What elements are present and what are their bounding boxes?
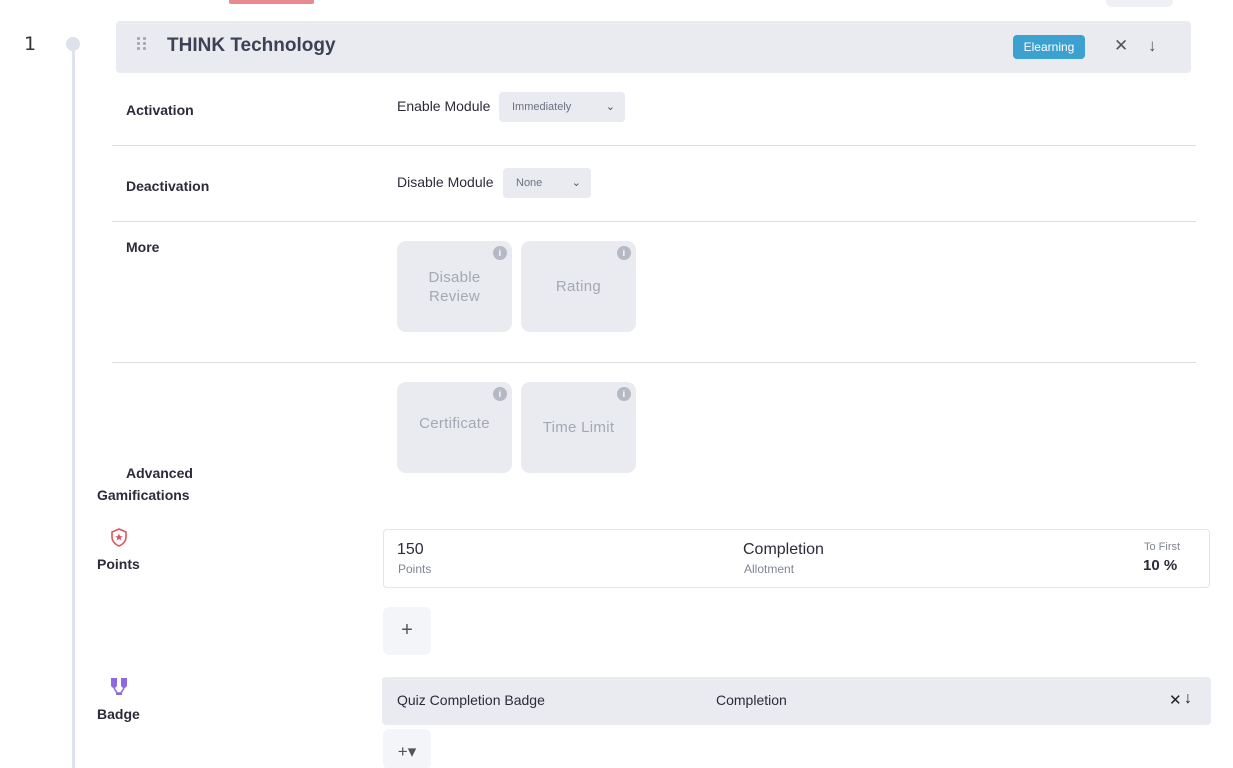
badge-trigger: Completion xyxy=(716,692,787,708)
points-target-value: 10 % xyxy=(1143,557,1178,574)
points-trigger: Completion xyxy=(743,541,824,558)
disable-review-tile[interactable]: i Disable Review xyxy=(397,241,512,332)
badge-label: Badge xyxy=(97,706,140,722)
info-icon[interactable]: i xyxy=(617,246,631,260)
enable-module-select-value: Immediately xyxy=(512,101,572,113)
rating-tile[interactable]: i Rating xyxy=(521,241,636,332)
top-right-button-edge[interactable] xyxy=(1106,0,1173,7)
disable-module-select[interactable]: None ⌄ xyxy=(503,168,591,198)
points-target-caption: To First xyxy=(1144,541,1181,553)
timeline-dot xyxy=(66,37,80,51)
rating-label: Rating xyxy=(555,278,602,295)
points-label: Points xyxy=(97,556,140,572)
step-number: 1 xyxy=(24,33,37,55)
timeline-line xyxy=(72,51,75,768)
enable-module-select[interactable]: Immediately ⌄ xyxy=(499,92,625,122)
activation-label: Activation xyxy=(126,102,194,118)
certificate-label: Certificate xyxy=(419,415,490,432)
arrow-down-icon[interactable]: ↓ xyxy=(1184,690,1192,708)
points-trigger-caption: Allotment xyxy=(744,562,795,576)
drag-handle-icon[interactable] xyxy=(137,37,149,53)
trophy-icon xyxy=(108,676,130,696)
info-icon[interactable]: i xyxy=(493,246,507,260)
module-type-badge: Elearning xyxy=(1013,35,1085,59)
certificate-tile[interactable]: i Certificate xyxy=(397,382,512,473)
disable-module-label: Disable Module xyxy=(397,174,494,190)
star-shield-icon xyxy=(110,528,128,547)
points-value: 150 xyxy=(397,541,424,558)
time-limit-tile[interactable]: i Time Limit xyxy=(521,382,636,473)
arrow-down-icon[interactable]: ↓ xyxy=(1148,36,1157,56)
add-points-button[interactable]: + xyxy=(383,607,431,655)
gamifications-label: Gamifications xyxy=(97,487,190,503)
deactivation-label: Deactivation xyxy=(126,178,210,194)
divider xyxy=(112,221,1196,222)
active-tab-indicator xyxy=(229,0,314,4)
disable-module-select-value: None xyxy=(516,177,543,189)
info-icon[interactable]: i xyxy=(493,387,507,401)
chevron-down-icon: ⌄ xyxy=(571,177,581,189)
disable-review-label: Disable Review xyxy=(428,268,481,305)
close-icon[interactable]: ✕ xyxy=(1169,691,1182,709)
divider xyxy=(112,362,1196,363)
advanced-label: Advanced xyxy=(126,465,193,481)
time-limit-label: Time Limit xyxy=(542,419,615,436)
enable-module-label: Enable Module xyxy=(397,98,491,114)
module-title: THINK Technology xyxy=(167,35,336,56)
divider xyxy=(112,145,1196,146)
points-value-caption: Points xyxy=(398,562,432,576)
chevron-down-icon: ⌄ xyxy=(605,101,615,113)
info-icon[interactable]: i xyxy=(617,387,631,401)
badge-name: Quiz Completion Badge xyxy=(397,692,545,708)
more-label: More xyxy=(126,239,160,255)
add-badge-button[interactable]: +▾ xyxy=(383,729,431,768)
close-icon[interactable]: ✕ xyxy=(1114,36,1128,56)
